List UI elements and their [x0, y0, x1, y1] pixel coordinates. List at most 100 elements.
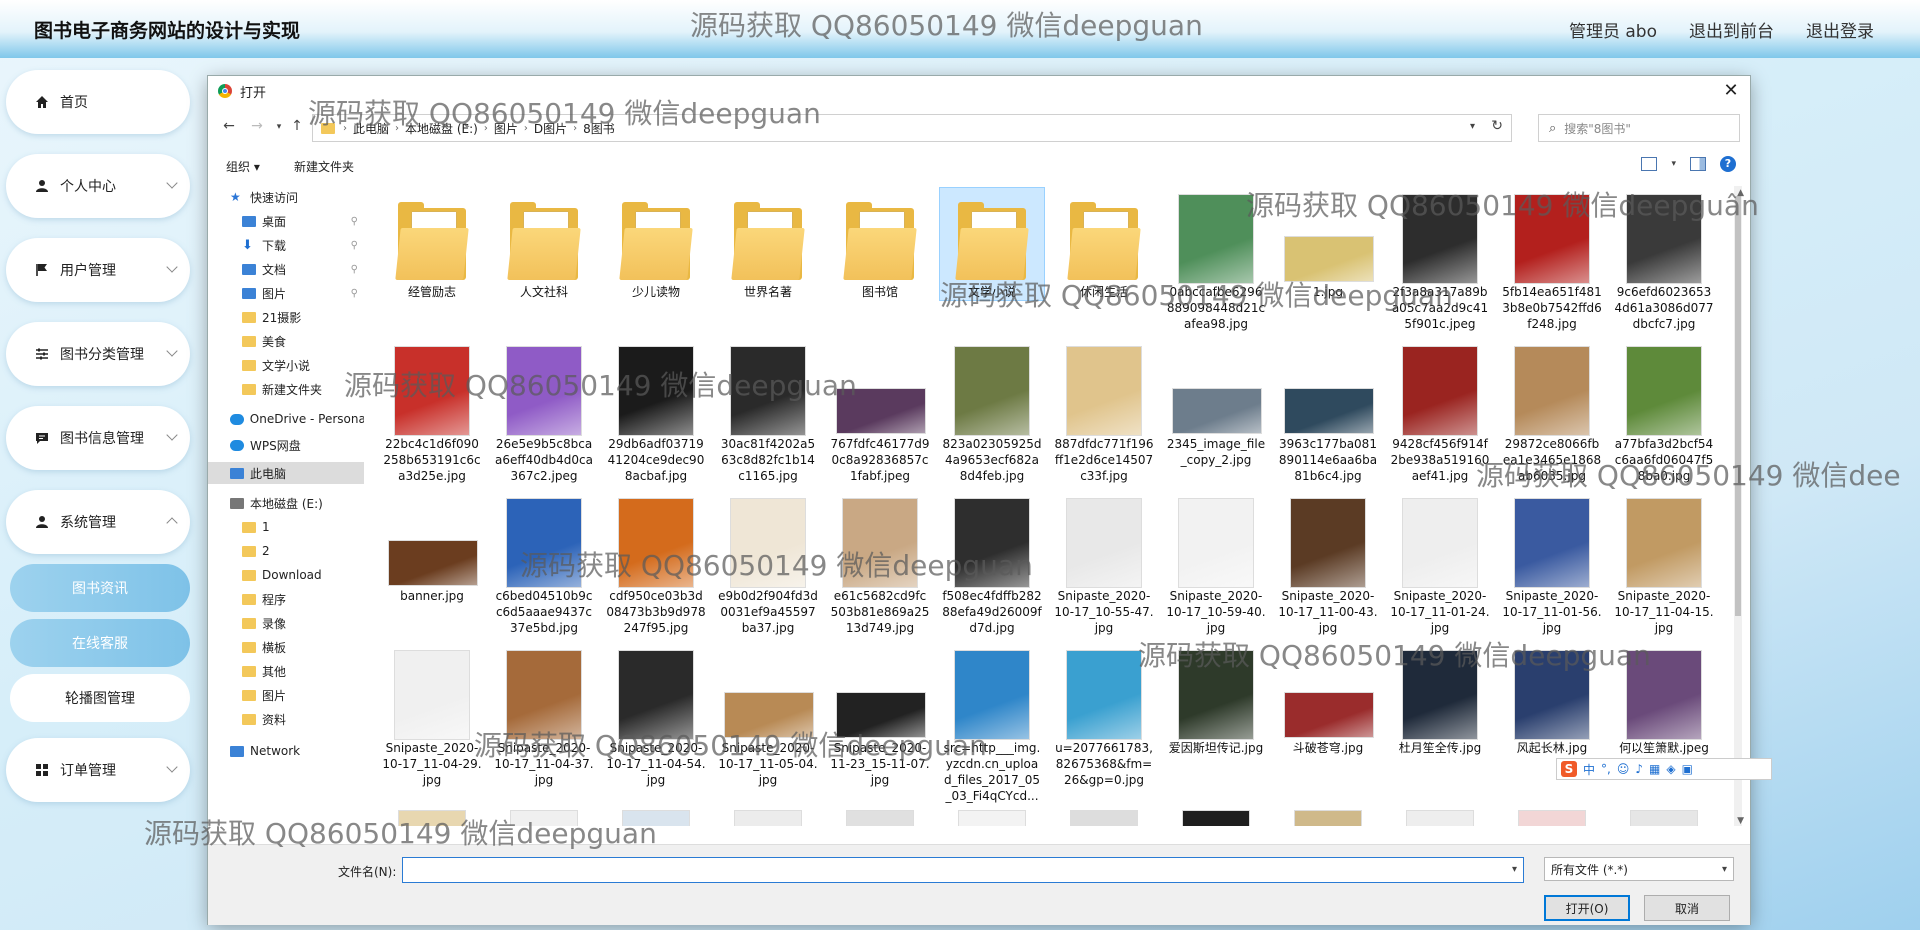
breadcrumb-item[interactable]: 此电脑: [353, 120, 389, 137]
recent-chevron-icon[interactable]: ▾: [270, 122, 288, 132]
nav-pane-item[interactable]: 程序: [208, 588, 364, 610]
nav-pane-item[interactable]: 文档 ⚲: [208, 258, 364, 280]
open-button[interactable]: 打开(O): [1544, 895, 1630, 921]
nav-pane-item[interactable]: 录像: [208, 612, 364, 634]
address-bar[interactable]: › 此电脑 › 本地磁盘 (E:) › 图片 › D图片 › 8图书 ▾ ↻: [312, 114, 1512, 142]
emoji-icon[interactable]: ☺: [1617, 762, 1630, 776]
folder-item[interactable]: 休闲生活: [1052, 188, 1156, 300]
file-item[interactable]: banner.jpg: [380, 492, 484, 604]
chevron-down-icon[interactable]: ▾: [1512, 864, 1517, 875]
nav-pane-item[interactable]: 其他: [208, 660, 364, 682]
file-name-input[interactable]: ▾: [402, 857, 1524, 883]
logout-link[interactable]: 退出登录: [1806, 17, 1874, 42]
nav-pane-item[interactable]: ★ 快速访问: [208, 186, 364, 208]
file-item[interactable]: 杜月笙全传.jpg: [1388, 644, 1492, 756]
file-item[interactable]: 823a02305925d4a9653ecf682a8d4feb.jpg: [940, 340, 1044, 484]
refresh-icon[interactable]: ↻: [1491, 118, 1503, 134]
organize-button[interactable]: 组织 ▾: [226, 158, 260, 175]
microphone-icon[interactable]: ♪: [1635, 762, 1643, 776]
file-item[interactable]: 26e5e9b5c8bcaa6eff40db4d0ca367c2.jpeg: [492, 340, 596, 484]
nav-pane-item[interactable]: 图片: [208, 684, 364, 706]
file-item[interactable]: 0abccafbe6296889098448d21cafea98.jpg: [1164, 188, 1268, 332]
nav-pane-item[interactable]: 美食: [208, 330, 364, 352]
ime-toolbar[interactable]: S 中 °, ☺ ♪ ▦ ◈ ▣: [1556, 758, 1772, 780]
scrollbar-thumb[interactable]: [1735, 196, 1741, 616]
nav-pane-item[interactable]: 新建文件夹: [208, 378, 364, 400]
folder-item[interactable]: 图书馆: [828, 188, 932, 300]
sidebar-item-home[interactable]: 首页: [6, 70, 190, 134]
file-item[interactable]: Snipaste_2020-10-17_11-04-15.jpg: [1612, 492, 1716, 636]
scroll-down-icon[interactable]: ▼: [1737, 816, 1744, 826]
file-item[interactable]: 29db6adf0371941204ce9dec908acbaf.jpg: [604, 340, 708, 484]
file-item[interactable]: Snipaste_2020-10-17_11-00-43.jpg: [1276, 492, 1380, 636]
search-input[interactable]: 搜索"8图书": [1564, 120, 1631, 137]
nav-pane-item[interactable]: WPS网盘: [208, 434, 364, 456]
nav-pane-item[interactable]: Network: [208, 740, 364, 762]
keyboard-icon[interactable]: ▦: [1649, 762, 1660, 776]
file-item[interactable]: 1.jpg: [1276, 188, 1380, 300]
file-item[interactable]: Snipaste_2020-10-17_11-01-56.jpg: [1500, 492, 1604, 636]
file-item[interactable]: 2345_image_file_copy_2.jpg: [1164, 340, 1268, 468]
file-item[interactable]: 9c6efd60236534d61a3086d077dbcfc7.jpg: [1612, 188, 1716, 332]
sidebar-item-personal[interactable]: 个人中心: [6, 154, 190, 218]
file-item[interactable]: 爱因斯坦传记.jpg: [1164, 644, 1268, 756]
nav-pane-item[interactable]: 本地磁盘 (E:): [208, 492, 364, 514]
file-item[interactable]: 何以笙箫默.jpeg: [1612, 644, 1716, 756]
search-box[interactable]: ⌕ 搜索"8图书": [1538, 114, 1740, 142]
nav-pane-item[interactable]: 文学小说: [208, 354, 364, 376]
file-item[interactable]: Snipaste_2020-10-17_11-04-37.jpg: [492, 644, 596, 788]
sidebar-item-users[interactable]: 用户管理: [6, 238, 190, 302]
sidebar-item-category[interactable]: 图书分类管理: [6, 322, 190, 386]
file-item[interactable]: src=http___img.yzcdn.cn_upload_files_201…: [940, 644, 1044, 804]
file-item[interactable]: 风起长林.jpg: [1500, 644, 1604, 756]
file-item[interactable]: Snipaste_2020-10-17_11-04-54.jpg: [604, 644, 708, 788]
file-item[interactable]: c6bed04510b9cc6d5aaae9437c37e5bd.jpg: [492, 492, 596, 636]
file-item[interactable]: Snipaste_2020-10-17_10-55-47.jpg: [1052, 492, 1156, 636]
sidebar-item-orders[interactable]: 订单管理: [6, 738, 190, 802]
chevron-down-icon[interactable]: ▾: [1671, 159, 1676, 169]
file-item[interactable]: 5fb14ea651f4813b8e0b7542ffd6f248.jpg: [1500, 188, 1604, 332]
folder-item[interactable]: 文学小说: [939, 187, 1045, 301]
view-options-icon[interactable]: [1641, 157, 1658, 171]
file-item[interactable]: f508ec4fdffb28288efa49d26009fd7d.jpg: [940, 492, 1044, 636]
nav-pane-item[interactable]: 2: [208, 540, 364, 562]
file-item[interactable]: cdf950ce03b3d08473b3b9d978247f95.jpg: [604, 492, 708, 636]
folder-item[interactable]: 人文社科: [492, 188, 596, 300]
toolbox-icon[interactable]: ▣: [1682, 762, 1693, 776]
vertical-scrollbar[interactable]: [1734, 186, 1742, 826]
nav-pane-item[interactable]: 此电脑: [208, 462, 364, 484]
sidebar-item-system[interactable]: 系统管理: [6, 490, 190, 554]
punctuation-icon[interactable]: °,: [1601, 762, 1611, 776]
new-folder-button[interactable]: 新建文件夹: [294, 158, 354, 175]
breadcrumb-item[interactable]: D图片: [534, 120, 567, 137]
nav-pane-item[interactable]: 21摄影: [208, 306, 364, 328]
nav-pane-item[interactable]: 图片 ⚲: [208, 282, 364, 304]
nav-pane-item[interactable]: Download: [208, 564, 364, 586]
file-item[interactable]: a77bfa3d2bcf54c6aa6fd06047f58ba0.jpg: [1612, 340, 1716, 484]
breadcrumb-item[interactable]: 本地磁盘 (E:): [405, 120, 478, 137]
folder-item[interactable]: 世界名著: [716, 188, 820, 300]
cancel-button[interactable]: 取消: [1644, 895, 1730, 921]
file-item[interactable]: Snipaste_2020-10-17_10-59-40.jpg: [1164, 492, 1268, 636]
forward-arrow-icon[interactable]: →: [248, 118, 266, 134]
file-item[interactable]: Snipaste_2020-10-17_11-04-29.jpg: [380, 644, 484, 788]
file-item[interactable]: Snipaste_2020-10-17_11-01-24.jpg: [1388, 492, 1492, 636]
file-item[interactable]: 2f3a8a317a89ba05c7aa2d9c415f901c.jpeg: [1388, 188, 1492, 332]
up-arrow-icon[interactable]: ↑: [288, 118, 306, 134]
breadcrumb-item[interactable]: 图片: [494, 120, 518, 137]
file-item[interactable]: u=2077661783,82675368&fm=26&gp=0.jpg: [1052, 644, 1156, 788]
help-icon[interactable]: ?: [1720, 156, 1736, 172]
sidebar-item-bookinfo[interactable]: 图书信息管理: [6, 406, 190, 470]
file-item[interactable]: 887dfdc771f196ff1e2d6ce14507c33f.jpg: [1052, 340, 1156, 484]
sidebar-subitem-service[interactable]: 在线客服: [10, 619, 190, 667]
file-item[interactable]: 30ac81f4202a563c8d82fc1b14c1165.jpg: [716, 340, 820, 484]
chevron-down-icon[interactable]: ▾: [1470, 121, 1475, 132]
front-link[interactable]: 退出到前台: [1689, 17, 1774, 42]
nav-pane-item[interactable]: 1: [208, 516, 364, 538]
nav-pane-item[interactable]: 资料: [208, 708, 364, 730]
file-item[interactable]: 29872ce8066fbea1e3465e1868ab6035.jpg: [1500, 340, 1604, 484]
sidebar-subitem-carousel[interactable]: 轮播图管理: [10, 674, 190, 722]
back-arrow-icon[interactable]: ←: [220, 118, 238, 134]
folder-item[interactable]: 经管励志: [380, 188, 484, 300]
nav-pane-item[interactable]: 横板: [208, 636, 364, 658]
